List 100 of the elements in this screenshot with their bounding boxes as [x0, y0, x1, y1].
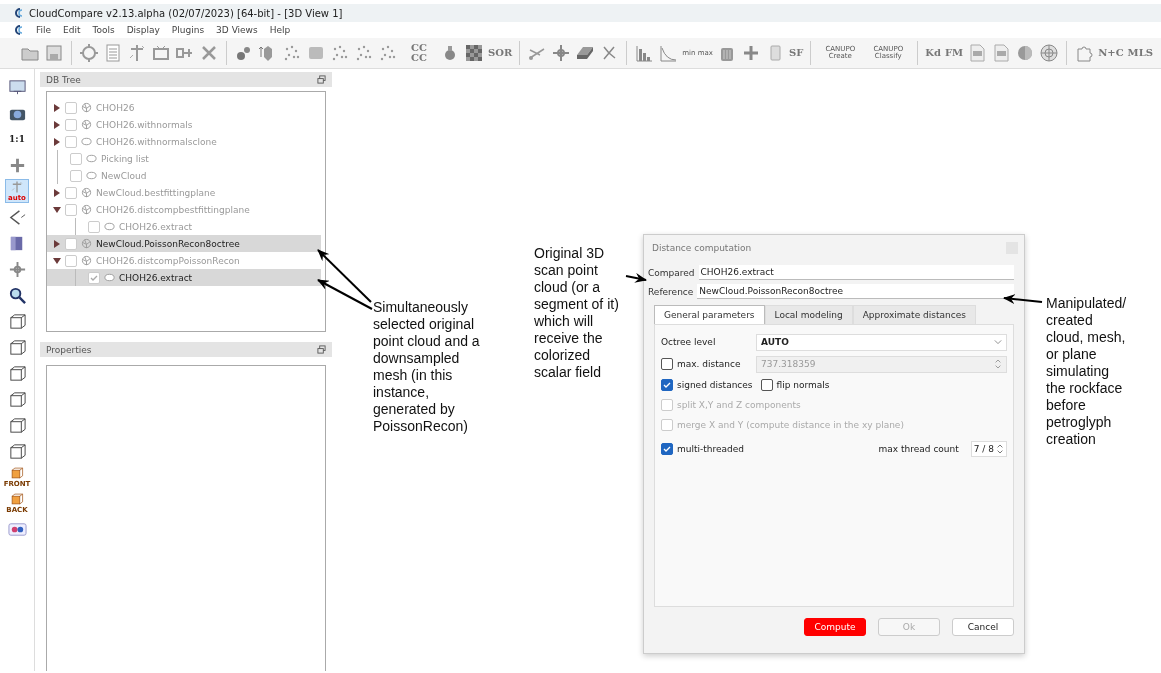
- spin-arrows-icon[interactable]: [994, 358, 1002, 370]
- checkbox[interactable]: [65, 203, 77, 216]
- tab[interactable]: Local modeling: [764, 305, 853, 324]
- view-tool-button[interactable]: 1:1: [5, 127, 29, 151]
- expanded-arrow-icon[interactable]: [53, 256, 61, 265]
- panel-title: Properties: [46, 344, 92, 355]
- cloud-icon: [81, 136, 92, 147]
- expanded-arrow-icon[interactable]: [53, 205, 61, 214]
- menu-item[interactable]: Help: [269, 25, 291, 35]
- checkbox[interactable]: [65, 135, 77, 148]
- undock-icon[interactable]: [317, 75, 326, 84]
- toolbar-button[interactable]: MLS: [1127, 48, 1153, 58]
- points-icon[interactable]: [330, 43, 350, 63]
- cube-icon: [10, 492, 24, 506]
- menu-item[interactable]: File: [36, 25, 52, 35]
- cube-icon: [7, 337, 27, 357]
- collapsed-arrow-icon[interactable]: [53, 188, 61, 197]
- toolbar-button[interactable]: SF: [788, 48, 804, 58]
- checkbox[interactable]: [70, 152, 82, 165]
- collapsed-arrow-icon[interactable]: [53, 103, 61, 112]
- puzzle-icon[interactable]: [1074, 43, 1095, 63]
- menu-item[interactable]: Tools: [92, 25, 115, 35]
- tree-item[interactable]: CHOH26.extract: [47, 269, 321, 286]
- mesh-icon: [81, 204, 92, 215]
- chevron-down-icon: [994, 339, 1002, 345]
- app-logo-icon: [12, 7, 24, 19]
- frame-icon[interactable]: [151, 43, 171, 63]
- tree-item[interactable]: NewCloud.PoissonRecon8octree: [47, 235, 321, 252]
- cube-icon: [7, 311, 27, 331]
- checkbox[interactable]: [65, 101, 77, 114]
- crosshair-icon[interactable]: [127, 43, 147, 63]
- monitor-icon: [7, 77, 27, 97]
- toolbar-button[interactable]: CC CC: [402, 43, 436, 63]
- compute-button[interactable]: Compute: [804, 618, 866, 636]
- item-name: CHOH26.withnormalsclone: [96, 136, 217, 147]
- toolbar-button[interactable]: FM: [944, 48, 964, 58]
- checkbox[interactable]: [70, 169, 82, 182]
- points-icon[interactable]: [282, 43, 302, 63]
- field-label: Compared: [648, 267, 695, 278]
- checkbox[interactable]: [65, 254, 77, 267]
- menu-item[interactable]: Plugins: [171, 25, 205, 35]
- tab[interactable]: General parameters: [654, 305, 765, 324]
- undock-icon[interactable]: [317, 345, 326, 354]
- checkbox[interactable]: [65, 237, 77, 250]
- points-icon[interactable]: [378, 43, 398, 63]
- mesh-icon: [81, 102, 92, 113]
- tab[interactable]: Approximate distances: [852, 305, 976, 324]
- cloud-icon: [86, 170, 97, 181]
- cube-icon: [7, 389, 27, 409]
- checkmark-icon: [662, 444, 672, 454]
- field-label: max thread count: [878, 444, 959, 454]
- menu-item[interactable]: Edit: [63, 25, 81, 35]
- checkbox[interactable]: max. distance: [661, 358, 756, 370]
- checkbox[interactable]: multi-threaded: [661, 443, 744, 455]
- octree-dropdown[interactable]: AUTO: [756, 333, 1007, 351]
- mesh-icon: [81, 238, 92, 249]
- collapsed-arrow-icon[interactable]: [53, 239, 61, 248]
- save-icon[interactable]: [44, 43, 64, 63]
- menu-item[interactable]: 3D Views: [216, 25, 258, 35]
- checkbox[interactable]: [88, 271, 100, 284]
- histogram-icon[interactable]: [634, 43, 655, 63]
- item-name: CHOH26.distcompPoissonRecon: [96, 255, 240, 266]
- arrow: [1003, 294, 1043, 305]
- item-name: CHOH26: [96, 102, 135, 113]
- cloud-icon: [104, 272, 115, 283]
- menu-item[interactable]: Display: [126, 25, 160, 35]
- document-icon[interactable]: [991, 43, 1012, 63]
- item-name: CHOH26.extract: [119, 221, 193, 232]
- checkbox[interactable]: [88, 220, 100, 233]
- list-icon[interactable]: [103, 43, 123, 63]
- cube-icon: [7, 363, 27, 383]
- checkbox[interactable]: signed distances: [661, 379, 753, 391]
- dialog-button[interactable]: Cancel: [952, 618, 1014, 636]
- move-icon: [7, 259, 27, 279]
- item-name: NewCloud.bestfittingplane: [96, 187, 216, 198]
- app-logo-icon: [12, 24, 24, 36]
- cube-icon: [10, 466, 24, 480]
- document-icon[interactable]: [967, 43, 988, 63]
- item-name: CHOH26.withnormals: [96, 119, 193, 130]
- toolbar-button[interactable]: Kd: [925, 48, 941, 58]
- checkbox[interactable]: flip normals: [760, 379, 830, 391]
- compared-field[interactable]: CHOH26.extract: [698, 265, 1014, 280]
- checkerboard-icon[interactable]: [464, 43, 484, 63]
- cloud-icon: [104, 221, 115, 232]
- curve-icon[interactable]: [658, 43, 679, 63]
- reference-field[interactable]: NewCloud.PoissonRecon8octree: [697, 284, 1014, 299]
- search-icon: [7, 285, 27, 305]
- globe-icon[interactable]: [1039, 43, 1060, 63]
- cloud-icon: [86, 153, 97, 164]
- thread-count-spinbox[interactable]: 7 / 8: [970, 441, 1007, 457]
- move-icon[interactable]: [551, 43, 572, 63]
- collapsed-arrow-icon[interactable]: [53, 120, 61, 129]
- spin-arrows-icon[interactable]: [996, 443, 1004, 455]
- checkbox[interactable]: [65, 118, 77, 131]
- points-icon[interactable]: [354, 43, 374, 63]
- collapsed-arrow-icon[interactable]: [53, 137, 61, 146]
- checkbox[interactable]: [65, 186, 77, 199]
- cube-icon: [7, 415, 27, 435]
- toolbar-button[interactable]: N+C: [1098, 48, 1124, 58]
- toolbar-button[interactable]: SOR: [488, 48, 513, 58]
